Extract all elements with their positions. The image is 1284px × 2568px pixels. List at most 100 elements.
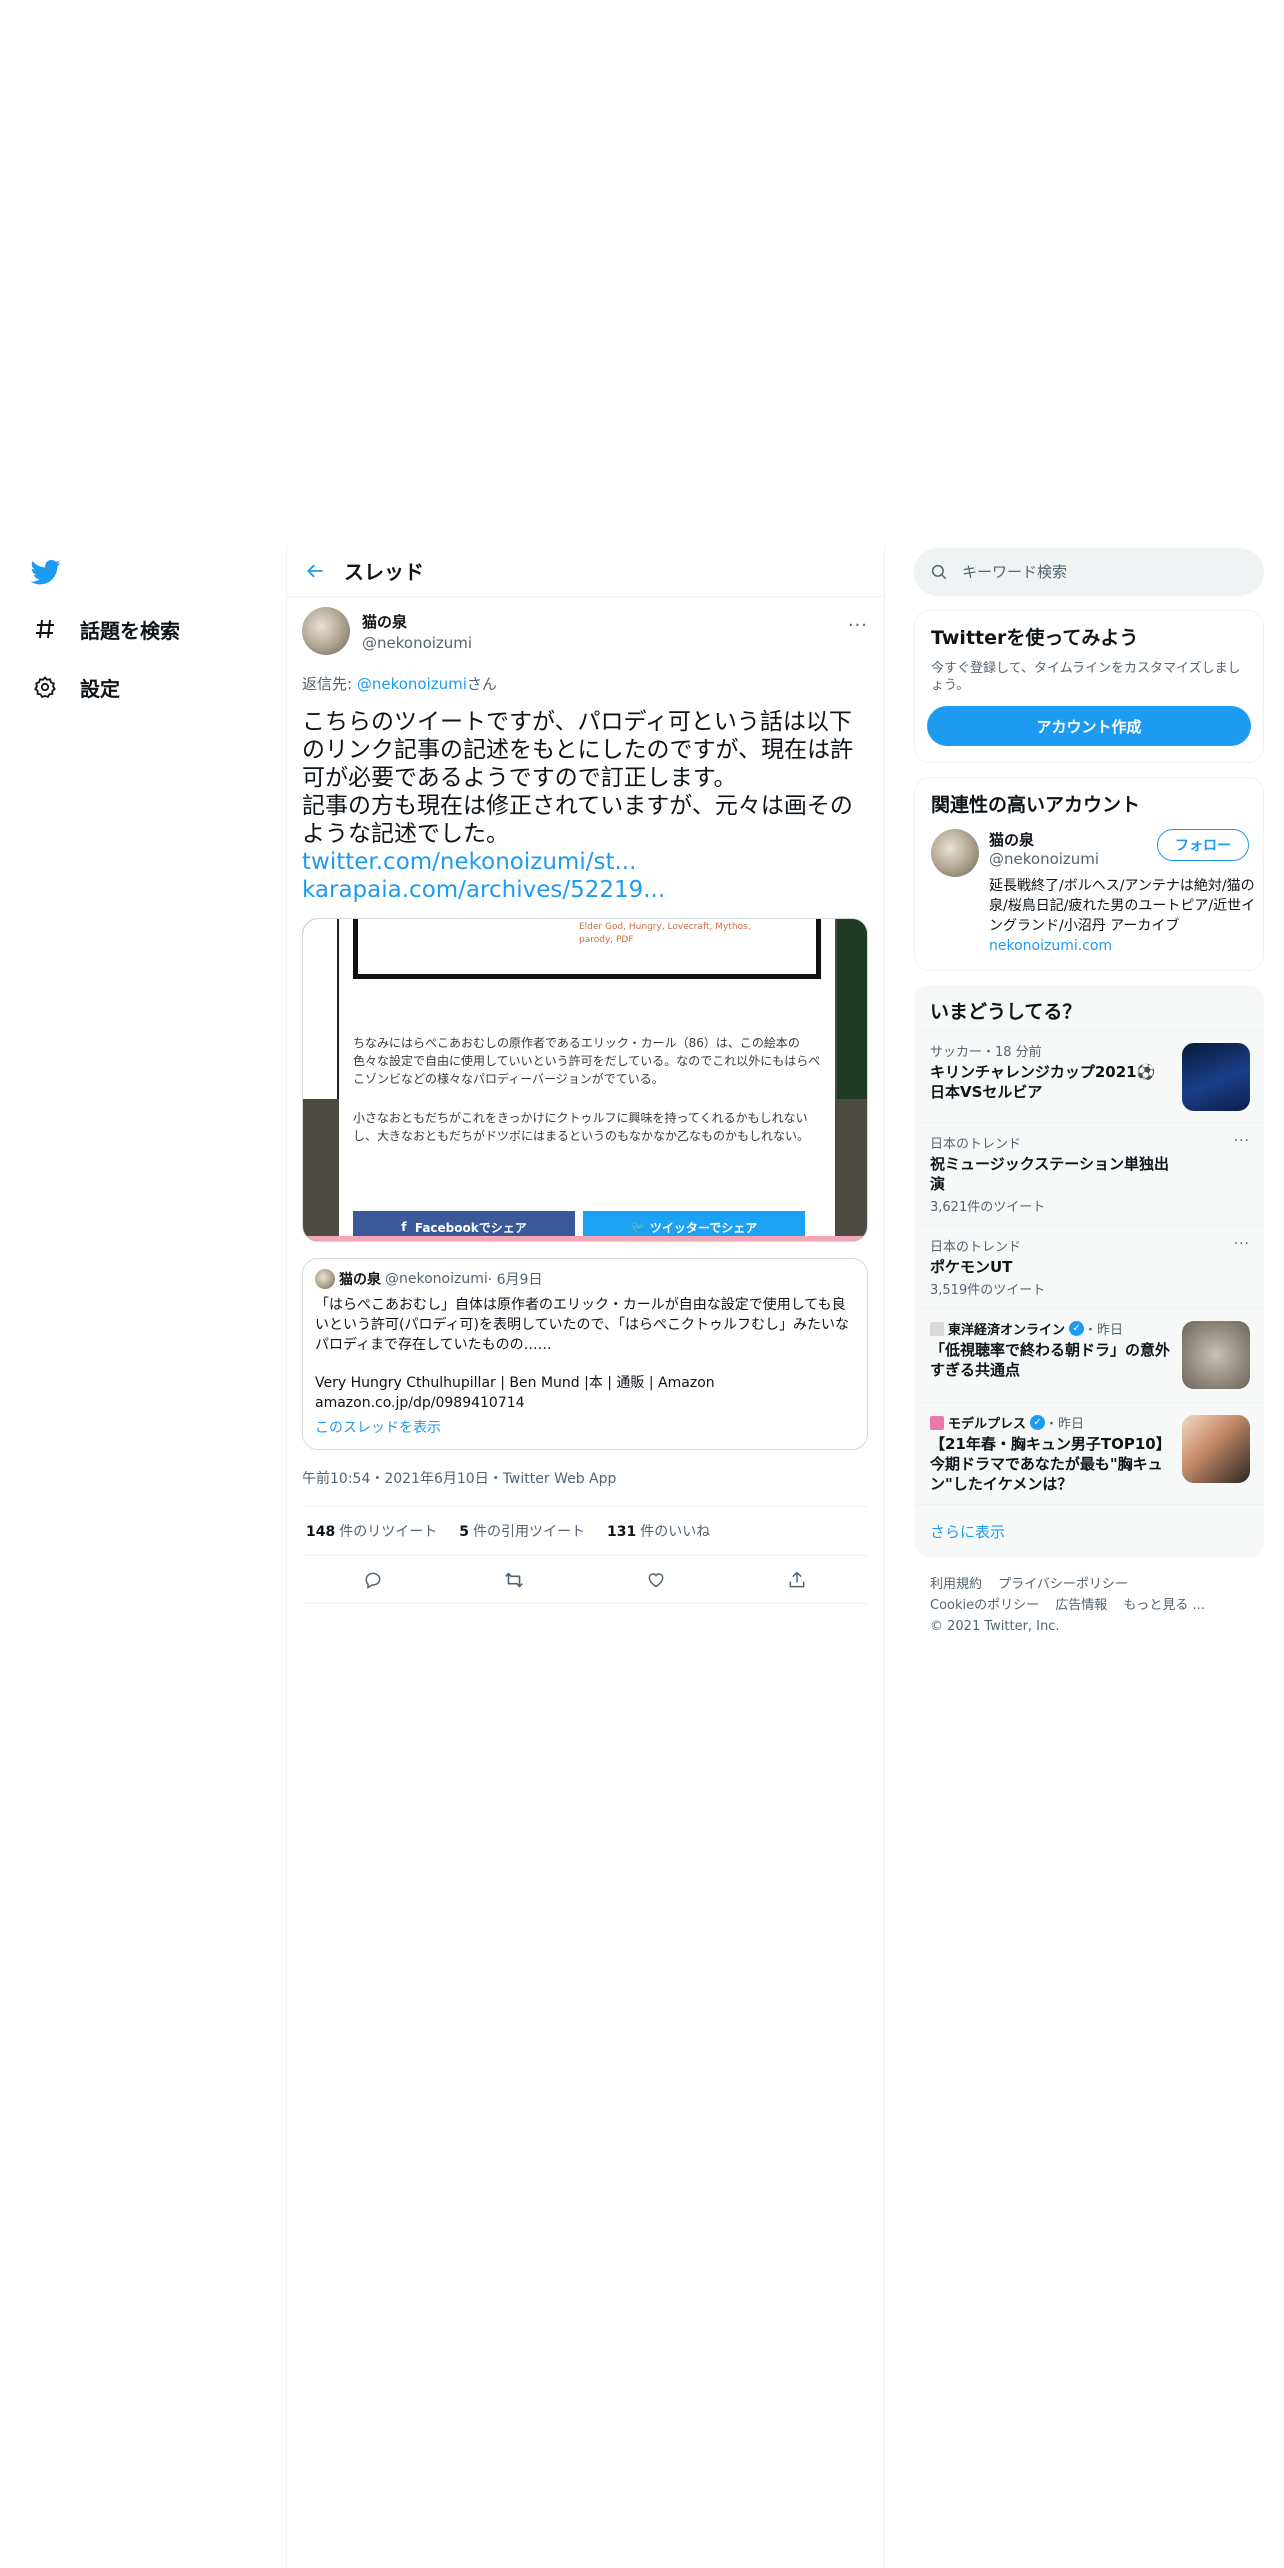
back-button[interactable] <box>286 545 344 597</box>
verified-icon: ✓ <box>1069 1321 1085 1336</box>
heart-icon <box>648 1572 664 1588</box>
trend-item[interactable]: 日本のトレンド ポケモンUT 3,519件のツイート ··· <box>914 1225 1264 1308</box>
retweet-icon <box>505 1571 524 1588</box>
more-options-icon[interactable]: ··· <box>1234 1236 1250 1252</box>
share-button[interactable] <box>780 1563 814 1597</box>
twitter-logo-icon[interactable] <box>30 557 62 587</box>
author-name[interactable]: 猫の泉 <box>362 611 472 632</box>
page-title: スレッド <box>344 560 424 584</box>
author-handle[interactable]: @nekonoizumi <box>362 634 472 652</box>
trends-title: いまどうしてる？ <box>930 1001 1082 1023</box>
image-right-panel <box>837 919 867 1099</box>
quoted-link-title: Very Hungry Cthulhupillar | Ben Mund |本 … <box>315 1375 715 1391</box>
tweet-image[interactable]: Elder God, Hungry, Lovecraft, Mythos, pa… <box>302 918 868 1242</box>
follow-button[interactable]: フォロー <box>1157 829 1249 861</box>
nav-explore[interactable]: 話題を検索 <box>30 614 180 644</box>
relevant-bio: 延長戦終了/ボルヘス/アンテナは絶対/猫の泉/桜鳥日記/疲れた男のユートピア/近… <box>989 876 1259 956</box>
image-paragraph-2: 小さなおともだちがこれをきっかけにクトゥルフに興味を持ってくれるかもしれないし、… <box>353 1111 810 1143</box>
like-button[interactable] <box>639 1563 673 1597</box>
reply-to: 返信先: @nekonoizumiさん <box>302 673 868 694</box>
right-sidebar: Twitterを使ってみよう 今すぐ登録して、タイムラインをカスタマイズしましょ… <box>914 545 1264 1653</box>
news-title: 【21年春・胸キュン男子TOP10】今期ドラマであなたが最も"胸キュン"したイケ… <box>930 1435 1164 1493</box>
facebook-share-label: Facebookでシェア <box>414 1220 527 1235</box>
retweet-button[interactable] <box>497 1563 531 1597</box>
news-item[interactable]: 東洋経済オンライン ✓ ・昨日 「低視聴率で終わる朝ドラ」の意外すぎる共通点 <box>914 1308 1264 1402</box>
tweet-link-twitter[interactable]: twitter.com/nekonoizumi/st... <box>302 848 868 876</box>
more-options-icon[interactable]: ··· <box>848 615 868 636</box>
trend-title: キリンチャレンジカップ2021⚽日本VSセルビア <box>930 1063 1156 1101</box>
quoted-avatar <box>315 1269 335 1289</box>
quoted-author-name: 猫の泉 <box>339 1272 381 1288</box>
publisher-icon <box>930 1321 944 1336</box>
trend-context: 日本のトレンド <box>930 1137 1022 1152</box>
publisher-name: モデルプレス <box>948 1417 1027 1432</box>
trends-card: いまどうしてる？ サッカー・18 分前 キリンチャレンジカップ2021⚽日本VS… <box>914 985 1264 1558</box>
footer-cookies-link[interactable]: Cookieのポリシー <box>930 1598 1039 1613</box>
quote-count-label: 件の引用ツイート <box>472 1524 585 1540</box>
relevant-title: 関連性の高いアカウント <box>931 794 1141 816</box>
footer-privacy-link[interactable]: プライバシーポリシー <box>998 1577 1128 1592</box>
footer-terms-link[interactable]: 利用規約 <box>930 1577 982 1592</box>
search-input[interactable] <box>962 563 1222 581</box>
signup-card: Twitterを使ってみよう 今すぐ登録して、タイムラインをカスタマイズしましょ… <box>914 610 1264 763</box>
verified-icon: ✓ <box>1030 1415 1046 1430</box>
retweet-count[interactable]: 148 件のリツイート <box>306 1521 437 1541</box>
trend-item[interactable]: サッカー・18 分前 キリンチャレンジカップ2021⚽日本VSセルビア <box>914 1030 1264 1122</box>
search-box[interactable] <box>914 548 1264 596</box>
relevant-bio-text: 延長戦終了/ボルヘス/アンテナは絶対/猫の泉/桜鳥日記/疲れた男のユートピア/近… <box>989 878 1256 934</box>
more-options-icon[interactable]: ··· <box>1234 1133 1250 1149</box>
reply-to-link[interactable]: @nekonoizumi <box>357 675 467 693</box>
focused-tweet: 猫の泉 @nekonoizumi ··· 返信先: @nekonoizumiさん… <box>286 607 884 1604</box>
news-thumbnail <box>1182 1415 1250 1483</box>
trend-count: 3,621件のツイート <box>930 1200 1046 1215</box>
image-pink-bar <box>303 1236 867 1241</box>
reply-suffix: さん <box>466 675 497 693</box>
quoted-tweet[interactable]: 猫の泉 @nekonoizumi · 6月9日 「はらぺこあおむし」自体は原作者… <box>302 1258 868 1450</box>
footer-more-link[interactable]: もっと見る ... <box>1123 1598 1205 1613</box>
retweet-count-value: 148 <box>306 1524 336 1540</box>
tweet-actions <box>302 1556 868 1604</box>
page-root: 話題を検索 設定 スレッド 猫の泉 @nekonoizumi ··· 返信先: … <box>0 0 1284 2568</box>
avatar[interactable] <box>931 829 979 877</box>
nav-settings[interactable]: 設定 <box>30 672 120 702</box>
publisher-name: 東洋経済オンライン <box>948 1323 1066 1338</box>
relevant-bio-link[interactable]: nekonoizumi.com <box>989 938 1112 954</box>
thread-header: スレッド <box>286 545 884 597</box>
news-thumbnail <box>1182 1321 1250 1389</box>
publisher-icon <box>930 1415 944 1430</box>
twitter-share-label: ツイッターでシェア <box>649 1220 758 1235</box>
reply-button[interactable] <box>356 1563 390 1597</box>
footer: 利用規約 プライバシーポリシー Cookieのポリシー 広告情報 もっと見る .… <box>914 1558 1264 1653</box>
tweet-author: 猫の泉 @nekonoizumi ··· <box>302 607 868 655</box>
tweet-link-karapaia[interactable]: karapaia.com/archives/52219... <box>302 876 868 904</box>
image-tags: Elder God, Hungry, Lovecraft, Mythos, pa… <box>579 922 751 945</box>
retweet-count-label: 件のリツイート <box>339 1524 438 1540</box>
create-account-button[interactable]: アカウント作成 <box>927 706 1251 746</box>
quoted-date: · 6月9日 <box>487 1272 543 1288</box>
image-left-panel <box>303 919 339 1099</box>
arrow-left-icon <box>307 564 323 577</box>
quoted-link-url: amazon.co.jp/dp/0989410714 <box>315 1395 525 1411</box>
trend-title: ポケモンUT <box>930 1258 1013 1276</box>
share-icon <box>789 1570 805 1587</box>
relevant-account[interactable]: 猫の泉 @nekonoizumi 延長戦終了/ボルヘス/アンテナは絶対/猫の泉/… <box>915 823 1263 970</box>
nav-settings-label: 設定 <box>80 676 120 701</box>
trend-item[interactable]: 日本のトレンド 祝ミュージックステーション単独出演 3,621件のツイート ··… <box>914 1122 1264 1225</box>
image-paragraph-1: ちなみにはらぺこあおむしの原作者であるエリック・カール（86）は、この絵本の色々… <box>353 1036 821 1086</box>
like-count-value: 131 <box>606 1524 637 1540</box>
quoted-text: 「はらぺこあおむし」自体は原作者のエリック・カールが自由な設定で使用しても良いと… <box>315 1297 849 1353</box>
avatar[interactable] <box>302 607 350 655</box>
like-count[interactable]: 131 件のいいね <box>607 1521 710 1541</box>
footer-ads-link[interactable]: 広告情報 <box>1055 1598 1107 1613</box>
news-time: ・昨日 <box>1084 1323 1124 1338</box>
quote-count[interactable]: 5 件の引用ツイート <box>459 1521 585 1541</box>
column-divider-right <box>884 545 885 2568</box>
news-title: 「低視聴率で終わる朝ドラ」の意外すぎる共通点 <box>930 1341 1171 1379</box>
hashtag-icon <box>30 614 60 644</box>
nav-explore-label: 話題を検索 <box>80 618 180 643</box>
news-item[interactable]: モデルプレス ✓ ・昨日 【21年春・胸キュン男子TOP10】今期ドラマであなた… <box>914 1402 1264 1504</box>
show-more-link[interactable]: さらに表示 <box>914 1504 1264 1558</box>
show-thread-link[interactable]: このスレッドを表示 <box>315 1417 855 1437</box>
quoted-tweet-header: 猫の泉 @nekonoizumi · 6月9日 <box>315 1269 855 1289</box>
tweet-timestamp[interactable]: 午前10:54・2021年6月10日・Twitter Web App <box>302 1468 868 1507</box>
